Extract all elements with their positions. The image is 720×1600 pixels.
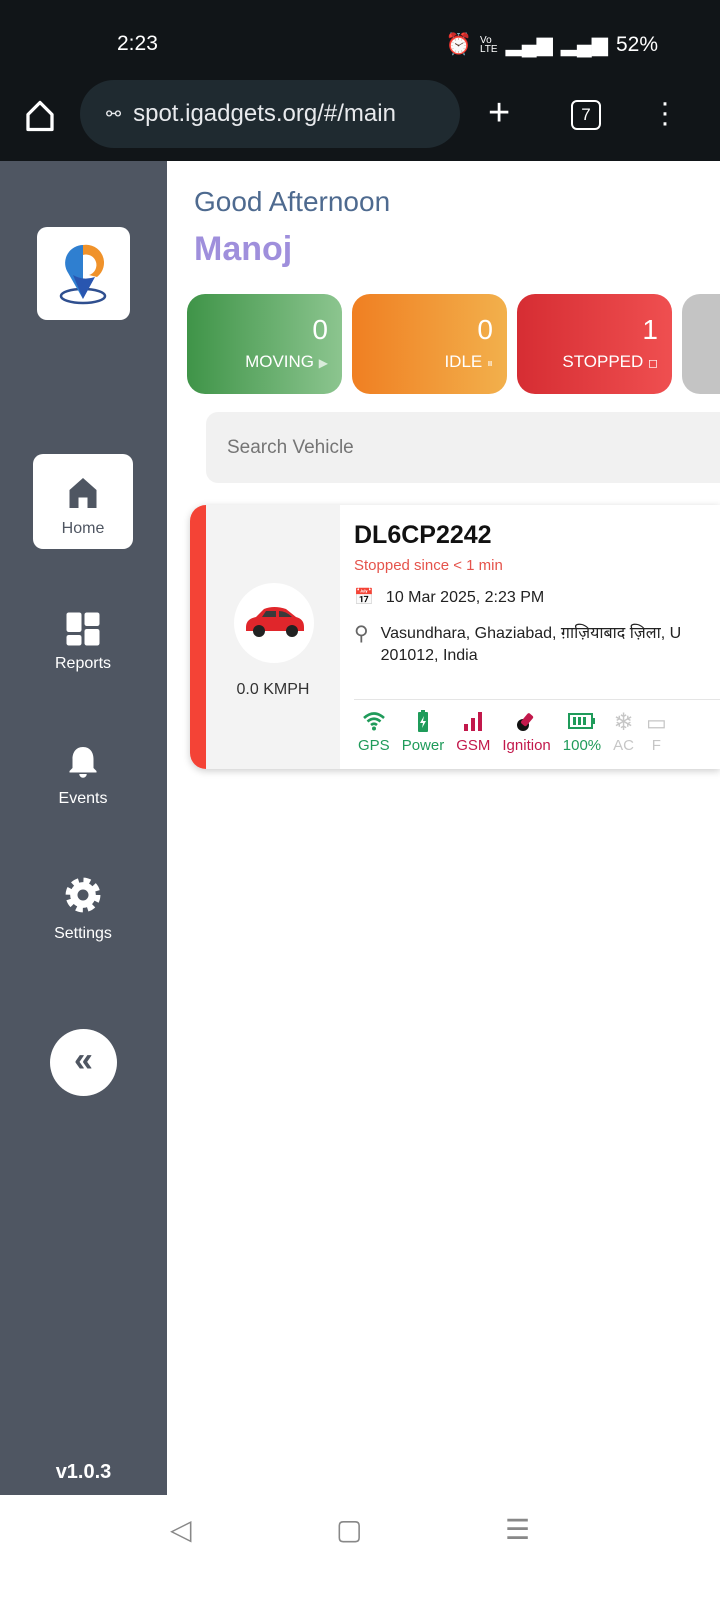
sidebar-item-label: Reports	[54, 655, 112, 672]
stat-count: 0	[312, 314, 328, 345]
volte-icon: Vo LTE	[479, 34, 498, 55]
fuel-icon: ▭	[645, 710, 667, 735]
gear-icon	[65, 877, 101, 913]
play-icon: ▶	[318, 356, 328, 370]
signal-icon: ▂▄▆	[505, 33, 553, 56]
status-bar: 2:23 ⏰ Vo LTE ▂▄▆ ▂▄▆ 52%	[0, 0, 720, 80]
indicator-label: GPS	[358, 737, 390, 754]
sidebar-item-events[interactable]: Events	[33, 724, 133, 819]
stat-stopped[interactable]: 1 STOPPED ◻	[517, 294, 672, 394]
stat-count: 1	[642, 314, 658, 345]
wifi-icon	[362, 712, 385, 731]
sidebar-item-reports[interactable]: Reports	[33, 589, 133, 684]
back-icon[interactable]: ◁	[170, 1513, 192, 1546]
sidebar-item-home[interactable]: Home	[33, 454, 133, 549]
user-name: Manoj	[194, 230, 293, 268]
address-line-2: 201012, India	[380, 647, 478, 664]
pause-icon: ⏸	[486, 356, 493, 370]
battery-full-icon	[567, 713, 595, 729]
car-icon	[246, 607, 304, 637]
car-avatar	[234, 583, 314, 663]
battery-level: 52%	[615, 32, 658, 56]
site-settings-icon[interactable]: ⚯	[106, 104, 121, 125]
stat-other[interactable]	[682, 294, 720, 394]
new-tab-button[interactable]: +	[488, 92, 510, 135]
more-menu-icon[interactable]: · · ·	[655, 88, 675, 138]
status-icons: ⏰ Vo LTE ▂▄▆ ▂▄▆ 52%	[446, 32, 658, 57]
search-vehicle-input[interactable]	[206, 412, 720, 483]
stop-icon: ◻	[648, 356, 658, 370]
indicator-label: Power	[401, 737, 445, 754]
sidebar-item-label: Settings	[54, 925, 112, 942]
bell-icon	[69, 747, 97, 778]
indicator-label: Ignition	[502, 737, 551, 754]
status-strip	[190, 505, 206, 769]
stat-moving[interactable]: 0 MOVING ▶	[187, 294, 342, 394]
sidebar-item-settings[interactable]: Settings	[33, 859, 133, 954]
sidebar-item-label: Events	[58, 790, 108, 807]
indicator-ignition: Ignition	[502, 709, 551, 755]
recents-icon[interactable]: ☰	[505, 1513, 530, 1546]
vehicle-card[interactable]: 0.0 KMPH DL6CP2242 Stopped since < 1 min…	[190, 505, 720, 769]
signal-bars-icon	[464, 712, 483, 731]
indicator-gps: GPS	[358, 709, 390, 755]
battery-charging-icon	[417, 710, 428, 732]
app-logo	[37, 227, 130, 320]
browser-toolbar: ⚯ spot.igadgets.org/#/main + 7 · · ·	[0, 80, 720, 161]
divider	[354, 699, 720, 700]
alarm-icon: ⏰	[445, 32, 472, 56]
grid-icon	[66, 612, 100, 646]
location-pin-logo-icon	[59, 244, 107, 305]
vehicle-status: Stopped since < 1 min	[354, 557, 503, 574]
greeting: Good Afternoon	[194, 186, 391, 217]
last-update: 10 Mar 2025, 2:23 PM	[385, 589, 545, 606]
url-text: spot.igadgets.org/#/main	[133, 100, 396, 127]
collapse-sidebar-button[interactable]: «	[50, 1029, 117, 1096]
indicator-label: 100%	[562, 737, 602, 754]
ignition-key-icon	[516, 713, 533, 731]
vehicle-plate: DL6CP2242	[354, 521, 492, 549]
vehicle-speed: 0.0 KMPH	[236, 681, 310, 698]
home-nav-icon[interactable]: ▢	[336, 1513, 362, 1546]
stat-label: STOPPED	[562, 352, 644, 371]
sidebar: Home Reports Events Settings « v1.0.3	[0, 161, 167, 1495]
stat-count: 0	[477, 314, 493, 345]
indicator-fuel: ▭ F	[646, 709, 667, 755]
indicator-label: AC	[613, 737, 634, 754]
address-line-1: Vasundhara, Ghaziabad, ग़ाज़ियाबाद ज़िला…	[380, 625, 682, 642]
snowflake-icon: ❄	[613, 709, 634, 736]
indicator-power: Power	[401, 709, 445, 755]
system-nav-bar: ◁ ▢ ☰	[0, 1495, 720, 1600]
address-bar[interactable]: ⚯ spot.igadgets.org/#/main	[80, 80, 460, 148]
home-icon[interactable]	[22, 98, 58, 134]
indicator-label: F	[651, 737, 661, 754]
stat-idle[interactable]: 0 IDLE ⏸	[352, 294, 507, 394]
indicator-gsm: GSM	[456, 709, 490, 755]
location-pin-icon: ⚲	[354, 623, 369, 645]
tab-switcher-button[interactable]: 7	[571, 100, 601, 130]
app-version: v1.0.3	[55, 1461, 112, 1483]
indicator-battery: 100%	[563, 709, 601, 755]
calendar-icon: 📅	[354, 589, 374, 606]
stat-label: IDLE	[444, 352, 483, 371]
indicator-ac: ❄ AC	[613, 709, 634, 755]
indicator-row: GPS Power GSM Ignition 100% ❄ AC ▭ F	[358, 709, 667, 755]
stat-label: MOVING	[245, 352, 315, 371]
signal-4g-icon: ▂▄▆	[560, 33, 608, 56]
clock: 2:23	[117, 32, 158, 55]
sidebar-item-label: Home	[61, 520, 105, 537]
home-icon	[69, 478, 97, 508]
indicator-label: GSM	[456, 737, 491, 754]
